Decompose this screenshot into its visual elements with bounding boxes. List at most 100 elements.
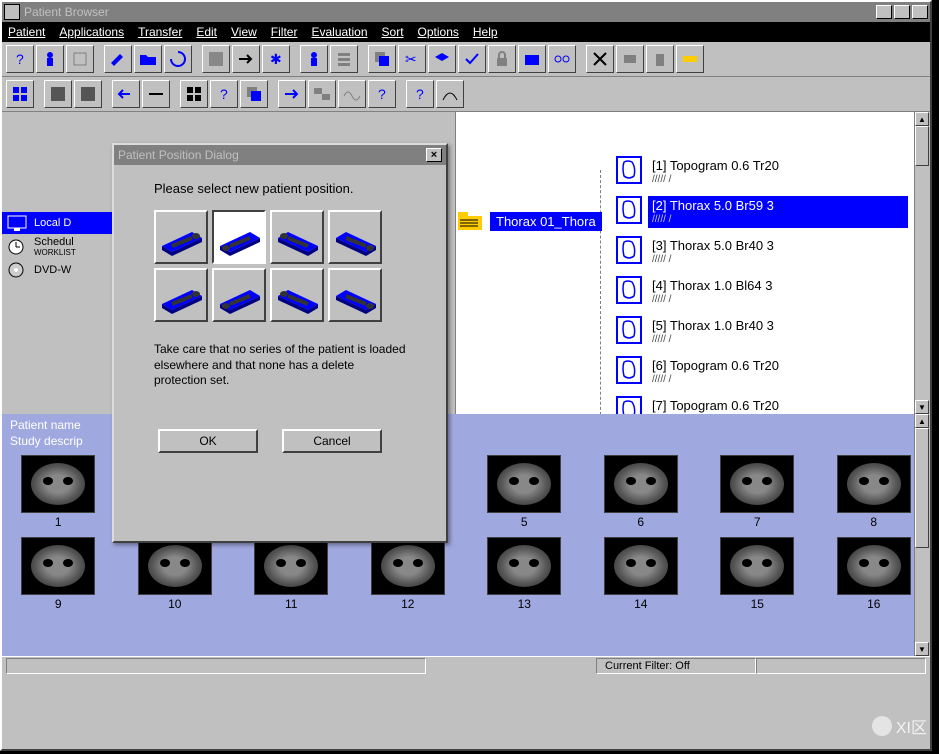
series-sub: ///// / xyxy=(652,294,772,306)
toolbar-stack-icon[interactable] xyxy=(428,45,456,73)
series-label: [3] Thorax 5.0 Br40 3 xyxy=(652,238,774,254)
thumbnail[interactable]: 6 xyxy=(593,455,690,529)
menu-help[interactable]: Help xyxy=(473,25,498,39)
toolbar-cross-icon[interactable] xyxy=(586,45,614,73)
position-option-6[interactable] xyxy=(212,268,266,322)
scroll-thumb[interactable] xyxy=(915,428,929,548)
patient-position-dialog: Patient Position Dialog × Please select … xyxy=(112,143,448,543)
menu-patient[interactable]: Patient xyxy=(8,25,45,39)
statusbar: Current Filter: Off xyxy=(2,656,930,674)
toolbar-glasses-icon[interactable] xyxy=(548,45,576,73)
toolbar-check-icon[interactable] xyxy=(458,45,486,73)
menu-applications[interactable]: Applications xyxy=(59,25,124,39)
toolbar-stack2-icon[interactable] xyxy=(240,80,268,108)
scroll-up-button[interactable]: ▲ xyxy=(915,414,929,428)
position-option-4[interactable] xyxy=(328,210,382,264)
series-item[interactable]: [5] Thorax 1.0 Br40 3///// / xyxy=(616,316,926,356)
menu-sort[interactable]: Sort xyxy=(382,25,404,39)
toolbar-refresh-icon[interactable] xyxy=(164,45,192,73)
source-sublabel: WORKLIST xyxy=(34,248,76,257)
toolbar-send-icon[interactable] xyxy=(278,80,306,108)
toolbar-folder-icon[interactable] xyxy=(134,45,162,73)
source-dvd[interactable]: DVD-W xyxy=(2,259,112,281)
series-item[interactable]: [7] Topogram 0.6 Tr20 xyxy=(616,396,926,414)
menu-options[interactable]: Options xyxy=(418,25,459,39)
toolbar-layers-icon[interactable] xyxy=(368,45,396,73)
toolbar-edit-icon[interactable] xyxy=(104,45,132,73)
toolbar-import-icon[interactable] xyxy=(112,80,140,108)
toolbar-film-icon[interactable] xyxy=(616,45,644,73)
scroll-thumb[interactable] xyxy=(915,126,929,166)
toolbar-help-icon[interactable]: ? xyxy=(6,45,34,73)
toolbar-matrix-icon[interactable] xyxy=(6,80,34,108)
toolbar-star-icon[interactable]: ✱ xyxy=(262,45,290,73)
thumbnail[interactable]: 15 xyxy=(709,537,806,611)
close-button[interactable]: × xyxy=(912,5,928,19)
status-left xyxy=(6,658,426,674)
toolbar-blue-icon[interactable] xyxy=(518,45,546,73)
scroll-up-button[interactable]: ▲ xyxy=(915,112,929,126)
series-item[interactable]: [2] Thorax 5.0 Br59 3///// / xyxy=(616,196,926,236)
thumbnail[interactable]: 11 xyxy=(243,537,340,611)
thumb-scrollbar[interactable]: ▲ ▼ xyxy=(914,414,930,656)
source-local[interactable]: Local D xyxy=(2,212,112,234)
menu-filter[interactable]: Filter xyxy=(271,25,298,39)
menu-transfer[interactable]: Transfer xyxy=(138,25,182,39)
toolbar-q1-icon[interactable]: ? xyxy=(210,80,238,108)
toolbar-img2-icon[interactable] xyxy=(74,80,102,108)
dialog-close-button[interactable]: × xyxy=(426,148,442,162)
scroll-down-button[interactable]: ▼ xyxy=(915,400,929,414)
scroll-down-button[interactable]: ▼ xyxy=(915,642,929,656)
toolbar-q3-icon[interactable]: ? xyxy=(406,80,434,108)
study-node[interactable]: Thorax 01_Thora xyxy=(456,210,602,232)
thumbnail[interactable]: 14 xyxy=(593,537,690,611)
toolbar-tape-icon[interactable] xyxy=(676,45,704,73)
thumbnail[interactable]: 9 xyxy=(10,537,107,611)
toolbar-delete-icon[interactable] xyxy=(646,45,674,73)
vertical-scrollbar[interactable]: ▲ ▼ xyxy=(914,112,930,414)
maximize-button[interactable]: □ xyxy=(894,5,910,19)
toolbar-q2-icon[interactable]: ? xyxy=(368,80,396,108)
toolbar-disk-icon[interactable] xyxy=(202,45,230,73)
cancel-button[interactable]: Cancel xyxy=(282,429,382,453)
ok-button[interactable]: OK xyxy=(158,429,258,453)
position-option-1[interactable] xyxy=(154,210,208,264)
toolbar-img1-icon[interactable] xyxy=(44,80,72,108)
position-option-8[interactable] xyxy=(328,268,382,322)
position-option-7[interactable] xyxy=(270,268,324,322)
series-item[interactable]: [4] Thorax 1.0 Bl64 3///// / xyxy=(616,276,926,316)
toolbar-lock-icon[interactable] xyxy=(488,45,516,73)
thumbnail[interactable]: 7 xyxy=(709,455,806,529)
menu-view[interactable]: View xyxy=(231,25,257,39)
thumbnail[interactable]: 5 xyxy=(476,455,573,529)
thumbnail[interactable]: 16 xyxy=(826,537,923,611)
thumbnail[interactable]: 10 xyxy=(127,537,224,611)
thumbnail[interactable]: 12 xyxy=(360,537,457,611)
toolbar-multi-icon[interactable] xyxy=(308,80,336,108)
toolbar-list-icon[interactable] xyxy=(330,45,358,73)
thumbnail[interactable]: 8 xyxy=(826,455,923,529)
position-option-3[interactable] xyxy=(270,210,324,264)
menu-evaluation[interactable]: Evaluation xyxy=(311,25,367,39)
series-item[interactable]: [6] Topogram 0.6 Tr20///// / xyxy=(616,356,926,396)
menu-edit[interactable]: Edit xyxy=(196,25,217,39)
source-scheduler[interactable]: Schedul WORKLIST xyxy=(2,234,112,259)
position-option-2[interactable] xyxy=(212,210,266,264)
toolbar-compress-icon[interactable] xyxy=(142,80,170,108)
toolbar-patient2-icon[interactable] xyxy=(300,45,328,73)
position-option-5[interactable] xyxy=(154,268,208,322)
toolbar-wave-icon[interactable] xyxy=(338,80,366,108)
thumb-image xyxy=(254,537,328,595)
series-item[interactable]: [1] Topogram 0.6 Tr20///// / xyxy=(616,156,926,196)
disc-icon xyxy=(6,261,30,279)
series-item[interactable]: [3] Thorax 5.0 Br40 3///// / xyxy=(616,236,926,276)
thumbnail[interactable]: 13 xyxy=(476,537,573,611)
toolbar-cut-icon[interactable]: ✂ xyxy=(398,45,426,73)
toolbar-export-icon[interactable] xyxy=(232,45,260,73)
thumbnail[interactable]: 1 xyxy=(10,455,107,529)
toolbar-curve-icon[interactable] xyxy=(436,80,464,108)
toolbar-tool-icon[interactable] xyxy=(66,45,94,73)
toolbar-grid2-icon[interactable] xyxy=(180,80,208,108)
toolbar-patient-icon[interactable] xyxy=(36,45,64,73)
minimize-button[interactable]: _ xyxy=(876,5,892,19)
